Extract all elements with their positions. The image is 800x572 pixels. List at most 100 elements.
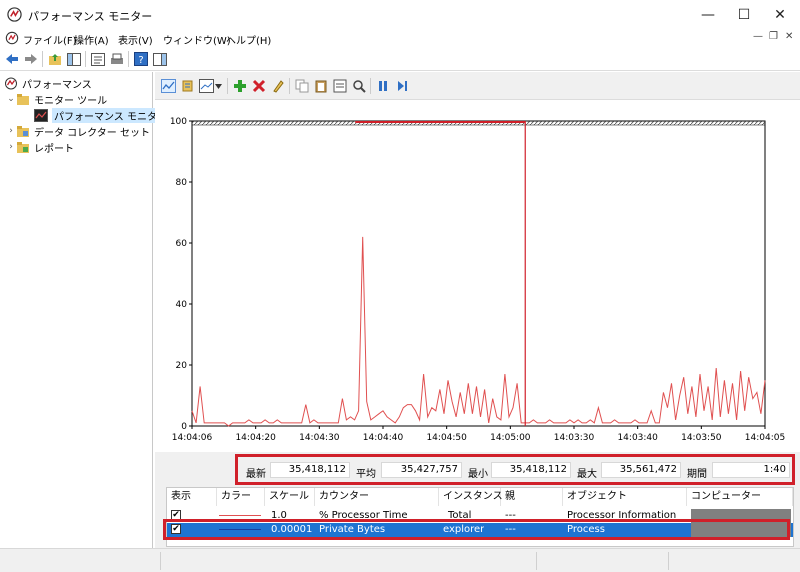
status-bar-divider bbox=[668, 552, 669, 570]
close-icon: ✕ bbox=[774, 6, 786, 23]
counter-row-selected[interactable]: ✔ 0.00001 Private Bytes explorer --- Pro… bbox=[167, 523, 793, 537]
show-hide-tree-button[interactable] bbox=[66, 51, 82, 67]
menu-help[interactable]: ヘルプ(H) bbox=[226, 32, 271, 47]
x-tick-label: 14:04:30 bbox=[299, 433, 340, 443]
latest-value: 35,418,112 bbox=[270, 462, 350, 478]
column-header-counter[interactable]: カウンター bbox=[315, 488, 439, 506]
help-button[interactable]: ? bbox=[133, 51, 149, 67]
computer-cell bbox=[691, 523, 791, 537]
log-data-icon bbox=[182, 80, 192, 92]
y-tick-label: 40 bbox=[176, 300, 188, 310]
collapse-chevron-icon[interactable]: › bbox=[6, 126, 16, 136]
column-header-show[interactable]: 表示 bbox=[167, 488, 217, 506]
svg-text:?: ? bbox=[138, 55, 143, 66]
tree-label-monitoring-tools: モニター ツール bbox=[34, 95, 108, 107]
properties-icon bbox=[91, 52, 105, 66]
tree-item-data-collector-sets[interactable]: › データ コレクター セット bbox=[6, 123, 150, 139]
collapse-chevron-icon[interactable]: › bbox=[6, 142, 16, 152]
minimize-button[interactable]: — bbox=[690, 0, 726, 29]
column-header-color[interactable]: カラー bbox=[217, 488, 265, 506]
status-bar-divider bbox=[160, 552, 161, 570]
monitoring-tools-folder-icon bbox=[17, 93, 29, 105]
scale-cell: 0.00001 bbox=[271, 524, 313, 535]
column-header-instance[interactable]: インスタンス bbox=[439, 488, 503, 506]
performance-monitor-window: パフォーマンス モニター — ☐ ✕ ファイル(F) 操作(A) 表示(V) ウ… bbox=[0, 0, 800, 572]
column-header-scale[interactable]: スケール bbox=[265, 488, 315, 506]
toolbar-separator bbox=[370, 78, 371, 94]
menu-window[interactable]: ウィンドウ(W) bbox=[163, 32, 231, 47]
object-cell: Process bbox=[567, 524, 605, 535]
show-action-pane-button[interactable] bbox=[152, 51, 168, 67]
graph-toolbar bbox=[155, 72, 800, 100]
up-folder-button[interactable] bbox=[47, 51, 63, 67]
y-tick-label: 20 bbox=[176, 361, 188, 371]
copy-icon bbox=[295, 79, 309, 93]
change-graph-type-button[interactable] bbox=[198, 78, 214, 94]
maximize-icon: ☐ bbox=[737, 6, 751, 23]
counter-row[interactable]: ✔ 1.0 % Processor Time _Total --- Proces… bbox=[167, 509, 793, 523]
tree-label-reports: レポート bbox=[34, 143, 74, 155]
tree-item-monitoring-tools[interactable]: ⌄ モニター ツール bbox=[6, 91, 107, 107]
show-checkbox[interactable]: ✔ bbox=[171, 524, 181, 534]
tree-item-performance[interactable]: パフォーマンス bbox=[4, 75, 92, 91]
mdi-restore-icon[interactable]: ❐ bbox=[769, 31, 778, 42]
tree-item-reports[interactable]: › レポート bbox=[6, 139, 74, 155]
window-title: パフォーマンス モニター bbox=[28, 10, 153, 23]
properties-icon bbox=[333, 79, 347, 93]
x-tick-label: 14:04:06 bbox=[172, 433, 213, 443]
properties-button[interactable] bbox=[90, 51, 106, 67]
system-menu-icon[interactable] bbox=[5, 31, 19, 45]
series-color-swatch bbox=[219, 529, 261, 530]
toolbar-separator bbox=[85, 51, 86, 67]
perfmon-icon bbox=[5, 77, 17, 89]
paste-counter-list-button[interactable] bbox=[313, 78, 329, 94]
reports-folder-icon bbox=[17, 141, 29, 153]
expand-chevron-icon[interactable]: ⌄ bbox=[6, 94, 16, 104]
highlight-button[interactable] bbox=[270, 78, 286, 94]
series-color-swatch bbox=[219, 515, 261, 516]
delete-counter-button[interactable] bbox=[251, 78, 267, 94]
show-checkbox[interactable]: ✔ bbox=[171, 510, 181, 520]
mdi-minimize-icon[interactable]: — bbox=[753, 31, 763, 42]
x-tick-label: 14:04:50 bbox=[426, 433, 467, 443]
tree-item-performance-monitor[interactable]: パフォーマンス モニター bbox=[34, 107, 169, 123]
zoom-button[interactable] bbox=[351, 78, 367, 94]
plot-frame bbox=[191, 120, 766, 427]
graph-type-dropdown[interactable] bbox=[213, 78, 223, 94]
maximum-label: 最大 bbox=[577, 469, 597, 480]
forward-button[interactable] bbox=[23, 51, 39, 67]
graph-properties-button[interactable] bbox=[332, 78, 348, 94]
column-header-object[interactable]: オブジェクト bbox=[563, 488, 687, 506]
average-label: 平均 bbox=[356, 469, 376, 480]
column-header-computer[interactable]: コンピューター bbox=[687, 488, 793, 506]
console-tree: パフォーマンス ⌄ モニター ツール パフォーマンス モニター › データ コレ… bbox=[0, 72, 169, 548]
view-log-data-button[interactable] bbox=[179, 78, 195, 94]
freeze-display-button[interactable] bbox=[375, 78, 391, 94]
column-header-parent[interactable]: 親 bbox=[501, 488, 563, 506]
toolbar-separator bbox=[42, 51, 43, 67]
pause-icon bbox=[379, 81, 387, 91]
update-data-button[interactable] bbox=[394, 78, 410, 94]
menu-view[interactable]: 表示(V) bbox=[118, 32, 153, 47]
maximize-button[interactable]: ☐ bbox=[726, 0, 762, 29]
plus-icon bbox=[234, 80, 246, 92]
toolbar-separator bbox=[128, 51, 129, 67]
back-button[interactable] bbox=[4, 51, 20, 67]
y-tick-label: 80 bbox=[176, 178, 188, 188]
object-cell: Processor Information bbox=[567, 510, 677, 521]
minimize-icon: — bbox=[701, 6, 715, 23]
x-tick-label: 14:04:40 bbox=[363, 433, 404, 443]
mdi-close-icon[interactable]: ✕ bbox=[785, 31, 793, 42]
menu-file[interactable]: ファイル(F) bbox=[23, 32, 77, 47]
print-button[interactable] bbox=[109, 51, 125, 67]
copy-properties-button[interactable] bbox=[294, 78, 310, 94]
parent-cell: --- bbox=[505, 524, 516, 535]
menu-action[interactable]: 操作(A) bbox=[74, 32, 109, 47]
graph-type-icon bbox=[198, 79, 214, 93]
view-current-activity-button[interactable] bbox=[160, 78, 176, 94]
main-toolbar: ? bbox=[0, 47, 800, 71]
add-counter-button[interactable] bbox=[232, 78, 248, 94]
maximum-value: 35,561,472 bbox=[601, 462, 681, 478]
close-button[interactable]: ✕ bbox=[762, 0, 798, 29]
forward-arrow-icon bbox=[25, 54, 37, 64]
